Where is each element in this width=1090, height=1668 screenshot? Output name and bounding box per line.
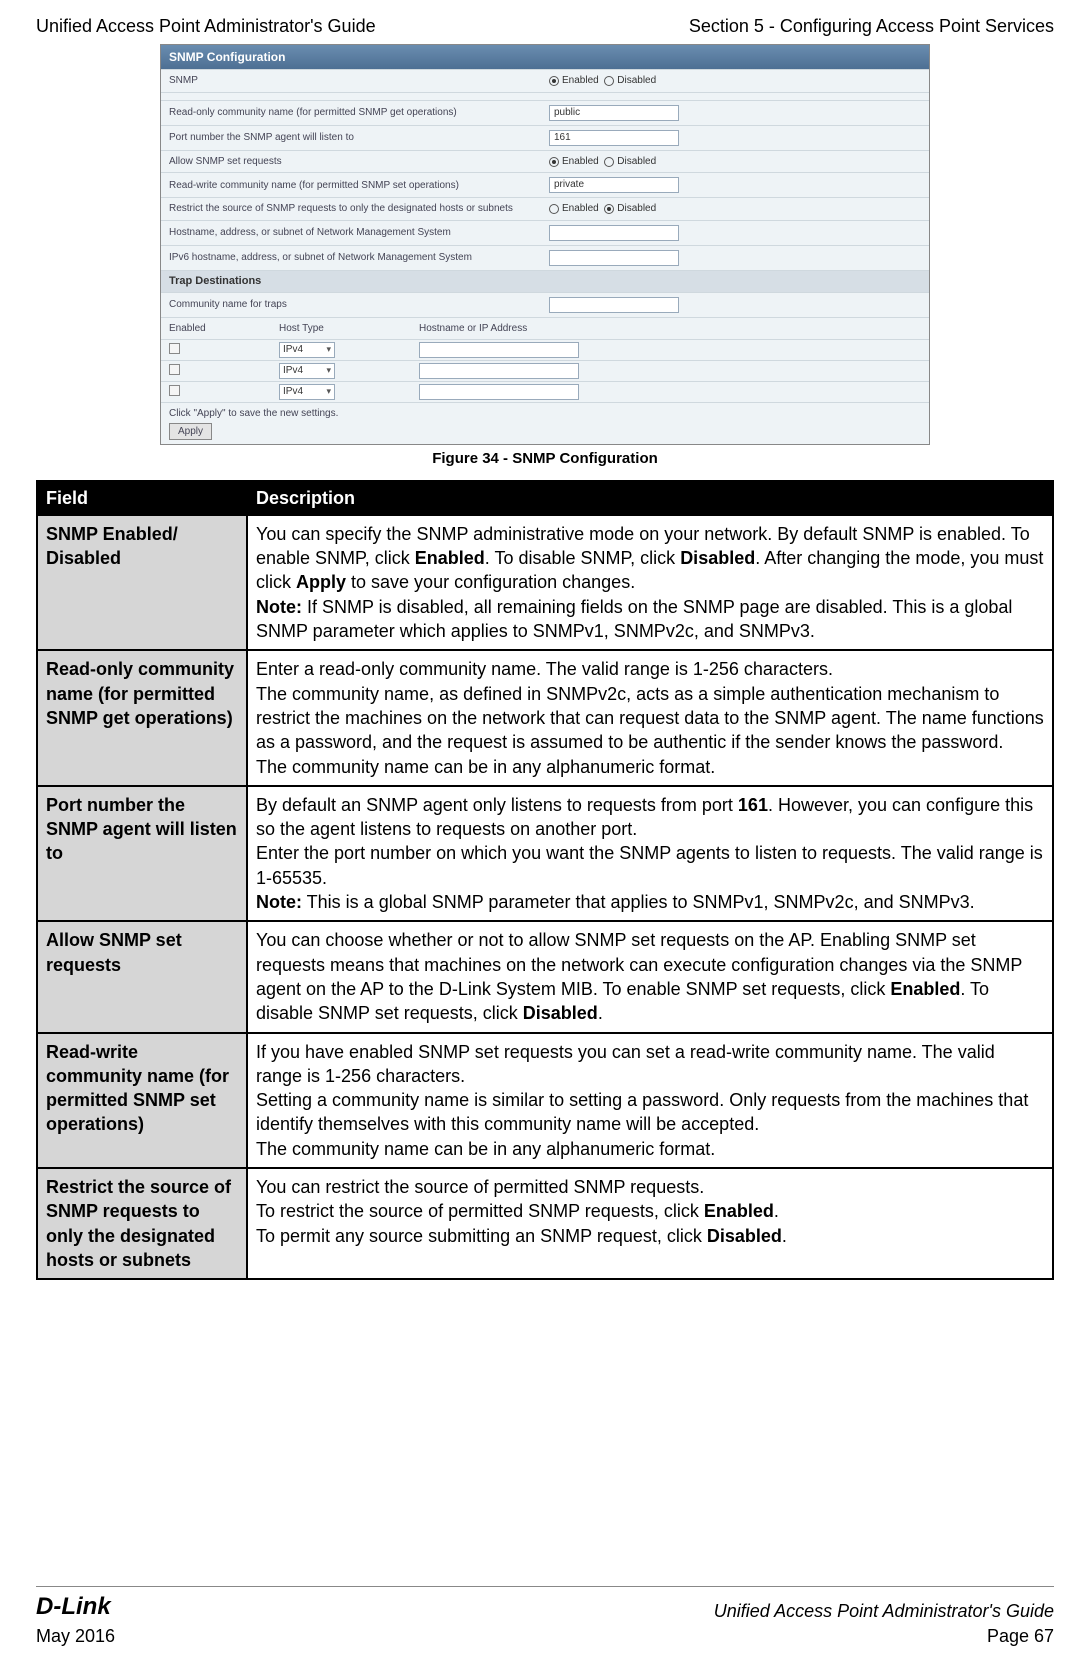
port-input[interactable]: 161 [549, 130, 679, 146]
table-row: Read-write community name (for permitted… [37, 1033, 1053, 1168]
panel-title: SNMP Configuration [161, 45, 929, 69]
restrict-enabled-radio[interactable] [549, 204, 559, 214]
allow-set-enabled-radio[interactable] [549, 157, 559, 167]
dlink-logo: D-Link [36, 1591, 115, 1623]
desc-cell: Enter a read-only community name. The va… [247, 650, 1053, 785]
th-enabled: Enabled [169, 322, 279, 336]
page-footer: D-Link May 2016 Unified Access Point Adm… [36, 1586, 1054, 1648]
disabled-label: Disabled [617, 74, 656, 88]
host6-label: IPv6 hostname, address, or subnet of Net… [169, 251, 549, 265]
th-hostaddr: Hostname or IP Address [419, 322, 527, 336]
desc-cell: You can choose whether or not to allow S… [247, 921, 1053, 1032]
trap-section-header: Trap Destinations [161, 270, 929, 292]
desc-cell: You can restrict the source of permitted… [247, 1168, 1053, 1279]
field-cell: Read-write community name (for permitted… [37, 1033, 247, 1168]
field-cell: Port number the SNMP agent will listen t… [37, 786, 247, 921]
snmp-config-screenshot: SNMP Configuration SNMP Enabled Disabled… [160, 44, 930, 445]
field-cell: Allow SNMP set requests [37, 921, 247, 1032]
table-row: Read-only community name (for permitted … [37, 650, 1053, 785]
port-label: Port number the SNMP agent will listen t… [169, 131, 549, 145]
snmp-disabled-radio[interactable] [604, 76, 614, 86]
footer-title: Unified Access Point Administrator's Gui… [714, 1599, 1054, 1623]
trap-enable-checkbox[interactable] [169, 364, 180, 375]
desc-cell: If you have enabled SNMP set requests yo… [247, 1033, 1053, 1168]
trap-host-input[interactable] [419, 342, 579, 358]
field-cell: Restrict the source of SNMP requests to … [37, 1168, 247, 1279]
host4-input[interactable] [549, 225, 679, 241]
th-field: Field [37, 481, 247, 515]
trap-hosttype-select[interactable]: IPv4 [279, 342, 335, 358]
apply-button[interactable]: Apply [169, 423, 212, 441]
ro-comm-label: Read-only community name (for permitted … [169, 106, 549, 120]
restrict-label: Restrict the source of SNMP requests to … [169, 202, 549, 216]
figure-caption: Figure 34 - SNMP Configuration [36, 449, 1054, 469]
trap-comm-input[interactable] [549, 297, 679, 313]
trap-hosttype-select[interactable]: IPv4 [279, 384, 335, 400]
ro-comm-input[interactable]: public [549, 105, 679, 121]
restrict-disabled-radio[interactable] [604, 204, 614, 214]
table-row: Port number the SNMP agent will listen t… [37, 786, 1053, 921]
enabled-label: Enabled [562, 74, 599, 88]
host4-label: Hostname, address, or subnet of Network … [169, 226, 549, 240]
trap-enable-checkbox[interactable] [169, 343, 180, 354]
field-description-table: Field Description SNMP Enabled/ Disabled… [36, 480, 1054, 1281]
th-description: Description [247, 481, 1053, 515]
allow-set-disabled-radio[interactable] [604, 157, 614, 167]
trap-hosttype-select[interactable]: IPv4 [279, 363, 335, 379]
header-right: Section 5 - Configuring Access Point Ser… [689, 14, 1054, 38]
trap-enable-checkbox[interactable] [169, 385, 180, 396]
desc-cell: You can specify the SNMP administrative … [247, 515, 1053, 650]
table-row: Allow SNMP set requests You can choose w… [37, 921, 1053, 1032]
footer-date: May 2016 [36, 1624, 115, 1648]
apply-hint: Click "Apply" to save the new settings. [169, 407, 921, 421]
trap-comm-label: Community name for traps [169, 298, 549, 312]
snmp-enabled-radio[interactable] [549, 76, 559, 86]
field-cell: Read-only community name (for permitted … [37, 650, 247, 785]
th-hosttype: Host Type [279, 322, 419, 336]
table-row: SNMP Enabled/ Disabled You can specify t… [37, 515, 1053, 650]
trap-host-input[interactable] [419, 384, 579, 400]
snmp-label: SNMP [169, 75, 198, 86]
trap-host-input[interactable] [419, 363, 579, 379]
footer-page: Page 67 [714, 1624, 1054, 1648]
rw-comm-label: Read-write community name (for permitted… [169, 179, 549, 193]
host6-input[interactable] [549, 250, 679, 266]
header-left: Unified Access Point Administrator's Gui… [36, 14, 376, 38]
table-row: Restrict the source of SNMP requests to … [37, 1168, 1053, 1279]
rw-comm-input[interactable]: private [549, 177, 679, 193]
desc-cell: By default an SNMP agent only listens to… [247, 786, 1053, 921]
field-cell: SNMP Enabled/ Disabled [37, 515, 247, 650]
allow-set-label: Allow SNMP set requests [169, 155, 549, 169]
